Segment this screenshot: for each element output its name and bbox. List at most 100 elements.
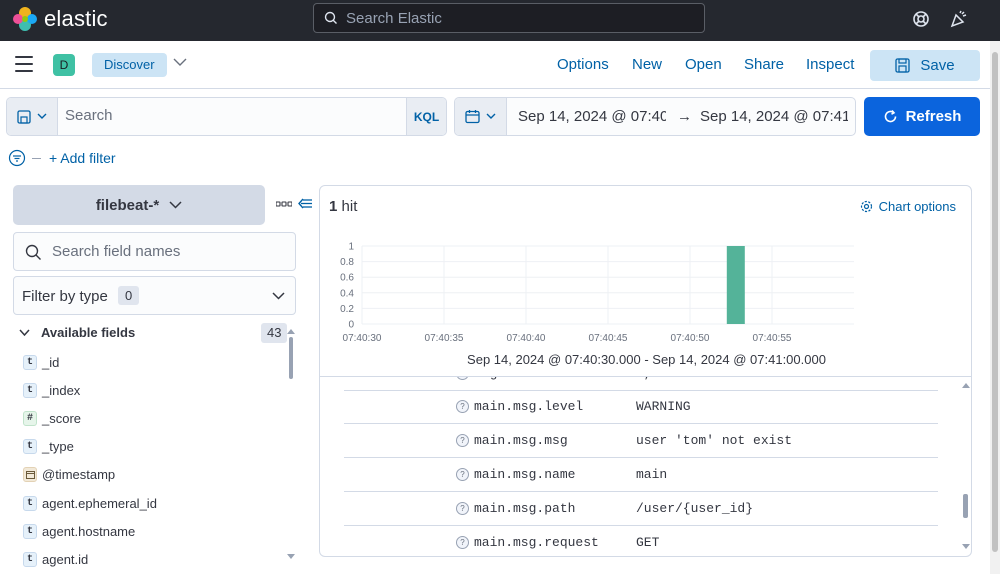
refresh-label: Refresh (905, 108, 962, 125)
field-name: @timestamp (42, 467, 116, 483)
y-tick-label: 0.8 (340, 257, 354, 268)
breadcrumb-discover[interactable]: Discover (92, 53, 167, 77)
save-icon (17, 109, 31, 124)
save-icon (895, 58, 911, 73)
collapse-sidebar-icon[interactable] (298, 197, 313, 210)
menu-toggle-button[interactable] (15, 56, 33, 72)
histogram-bar[interactable] (726, 246, 745, 324)
help-icon[interactable] (910, 8, 932, 30)
save-button[interactable]: Save (870, 50, 980, 81)
field-item[interactable]: t agent.ephemeral_id (13, 489, 288, 517)
field-item[interactable]: t agent.id (13, 545, 288, 573)
results-panel: 1 hit Chart options 0 0.2 0.4 0.6 0.8 1 07:40:… (319, 185, 972, 557)
chart-time-range: Sep 14, 2024 @ 07:40:30.000 - Sep 14, 20… (467, 352, 826, 367)
brand-name: elastic (44, 6, 108, 31)
document-field-row: ? main.msg.msg user 'tom' not exist (344, 424, 938, 458)
chevron-down-icon (19, 329, 30, 337)
field-name: _index (42, 382, 81, 398)
scroll-up-arrow-icon[interactable] (962, 382, 970, 388)
field-name: _id (42, 354, 60, 370)
scroll-up-arrow-icon[interactable] (287, 328, 295, 334)
number-field-icon: # (23, 410, 37, 426)
start-date-button[interactable]: Sep 14, 2024 @ 07:40:30.000 (518, 108, 666, 125)
global-search[interactable] (313, 3, 705, 33)
field-item[interactable]: t _type (13, 433, 288, 461)
field-search-input[interactable] (52, 243, 282, 260)
app-menu-bar: D Discover Options New Open Share Inspec… (0, 41, 990, 89)
y-tick-label: 0.4 (340, 288, 354, 299)
share-link[interactable]: Share (744, 56, 784, 73)
filter-by-type-label: Filter by type (22, 288, 108, 305)
open-link[interactable]: Open (685, 56, 722, 73)
filter-options[interactable] (8, 147, 41, 169)
options-link[interactable]: Options (557, 56, 609, 73)
filter-divider (32, 157, 41, 159)
string-field-icon: t (23, 523, 37, 539)
field-item[interactable]: @timestamp (13, 461, 288, 489)
available-fields-count: 43 (261, 323, 288, 343)
refresh-button[interactable]: Refresh (864, 97, 980, 136)
document-field-value: main (636, 467, 668, 482)
unknown-field-type-icon: ? (456, 377, 469, 380)
available-fields-title: Available fields (41, 325, 136, 340)
page-scrollbar-thumb[interactable] (992, 52, 998, 552)
field-item[interactable]: t _id (13, 348, 288, 376)
field-item[interactable]: # _score (13, 404, 288, 432)
add-filter-button[interactable]: + Add filter (49, 150, 116, 166)
unknown-field-type-icon: ? (456, 400, 469, 413)
space-avatar[interactable]: D (53, 54, 75, 76)
field-search[interactable] (13, 232, 296, 271)
inspect-link[interactable]: Inspect (806, 56, 854, 73)
scroll-down-arrow-icon[interactable] (287, 554, 295, 560)
field-list: t _id t _index # _score t _type @timestamp t agent… (13, 348, 288, 574)
document-field-key[interactable]: main.msg.level (474, 399, 583, 414)
document-field-key[interactable]: main.msg.msg (474, 433, 568, 448)
scroll-down-arrow-icon[interactable] (962, 544, 970, 550)
field-item[interactable]: t agent.hostname (13, 517, 288, 545)
sidebar-controls (276, 197, 313, 210)
query-language-button[interactable]: KQL (406, 98, 446, 135)
hamburger-line (15, 70, 33, 72)
date-field-icon (23, 467, 37, 483)
more-options-icon[interactable] (276, 200, 292, 207)
document-field-row: ? log.offset 4,125 (344, 377, 938, 391)
y-tick-label: 0 (348, 320, 354, 331)
hits-count: 1 (329, 198, 338, 215)
document-field-value: WARNING (636, 399, 691, 414)
end-date-button[interactable]: Sep 14, 2024 @ 07:41:00.000 (700, 108, 848, 125)
document-scrollbar-thumb[interactable] (963, 494, 968, 518)
string-field-icon: t (23, 495, 37, 511)
chart-options-button[interactable]: Chart options (860, 199, 956, 214)
sidebar-scrollbar-thumb[interactable] (289, 337, 293, 379)
document-field-key[interactable]: main.msg.name (474, 467, 575, 482)
chart-options-label: Chart options (878, 199, 956, 214)
new-link[interactable]: New (632, 56, 662, 73)
x-tick-label: 07:40:45 (589, 333, 628, 344)
field-name: agent.id (42, 551, 89, 567)
search-icon (324, 11, 337, 24)
chevron-down-icon (37, 113, 47, 119)
filter-by-type-button[interactable]: Filter by type 0 (13, 276, 296, 315)
data-view-picker[interactable]: filebeat-* (13, 185, 265, 225)
saved-query-button[interactable] (7, 98, 58, 135)
quick-menu-button[interactable] (455, 98, 507, 135)
document-field-row: ? main.msg.name main (344, 458, 938, 492)
newsfeed-icon[interactable] (948, 8, 970, 30)
document-field-key[interactable]: main.msg.path (474, 501, 575, 516)
elastic-logo[interactable]: elastic (12, 6, 108, 32)
global-search-input[interactable] (346, 9, 686, 27)
document-field-key[interactable]: main.msg.request (474, 535, 599, 550)
date-range-arrow: → (677, 108, 692, 125)
document-field-value: 4,125 (636, 377, 675, 381)
field-item[interactable]: t _index (13, 376, 288, 404)
x-tick-label: 07:40:55 (753, 333, 792, 344)
string-field-icon: t (23, 551, 37, 567)
available-fields-toggle[interactable]: Available fields 43 (13, 322, 288, 344)
date-picker: Sep 14, 2024 @ 07:40:30.000 → Sep 14, 20… (454, 97, 856, 136)
document-field-value: user 'tom' not exist (636, 433, 793, 448)
chevron-down-icon[interactable] (173, 57, 187, 67)
document-field-key[interactable]: log.offset (474, 377, 552, 381)
unknown-field-type-icon: ? (456, 468, 469, 481)
document-field-row: ? main.msg.path/user/{user_id} (344, 492, 938, 526)
query-input[interactable] (65, 107, 405, 124)
